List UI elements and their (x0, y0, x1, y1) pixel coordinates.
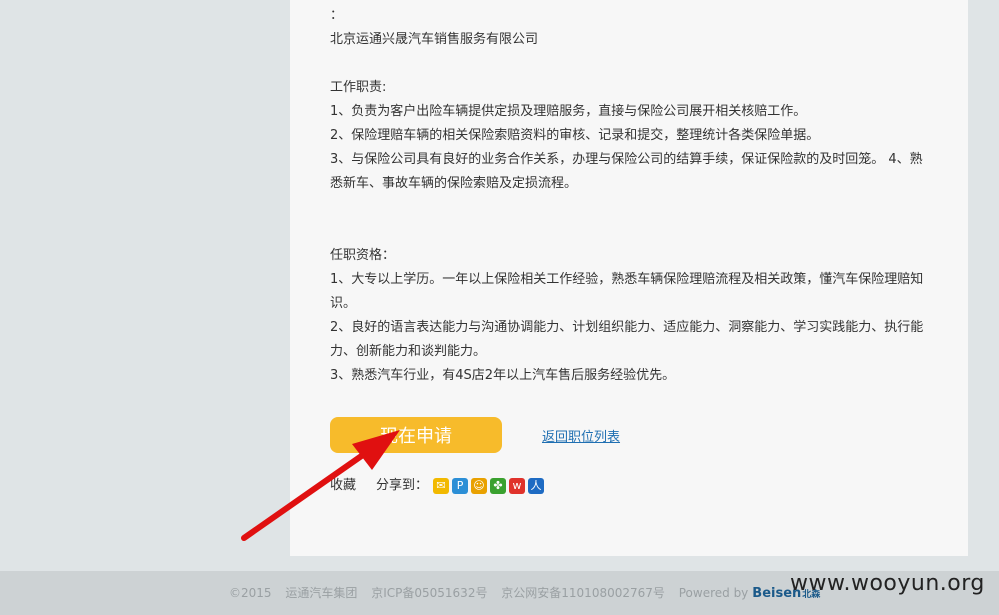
favorite-link[interactable]: 收藏 (330, 476, 356, 496)
duty-item: 2、保险理赔车辆的相关保险索赔资料的审核、记录和提交，整理统计各类保险单据。 (330, 128, 820, 143)
mail-icon[interactable]: ✉ (433, 478, 450, 494)
weibo-icon[interactable]: w (509, 478, 526, 494)
footer: ©2015 运通汽车集团 京ICP备05051632号 京公网安备1101080… (229, 584, 830, 601)
icp-number[interactable]: 京ICP备05051632号 (371, 586, 487, 600)
qualification-item: 3、熟悉汽车行业，有4S店2年以上汽车售后服务经验优先。 (330, 368, 676, 383)
powered-by: Powered by (678, 586, 749, 600)
duties-title: 工作职责: (330, 80, 387, 95)
share-row: 收藏 分享到： ✉ P ☺ ✤ w 人 (330, 476, 545, 496)
qualification-item: 1、大专以上学历。一年以上保险相关工作经验，熟悉车辆保险理赔流程及相关政策，懂汽… (330, 272, 924, 311)
copyright: ©2015 (229, 586, 272, 600)
clover-icon[interactable]: ✤ (490, 478, 507, 494)
public-security-number[interactable]: 京公网安备110108002767号 (501, 586, 665, 600)
duty-item: 3、与保险公司具有良好的业务合作关系，办理与保险公司的结算手续，保证保险款的及时… (330, 152, 923, 191)
share-label: 分享到： (376, 478, 429, 493)
group-name: 运通汽车集团 (285, 586, 358, 600)
renren-icon[interactable]: 人 (528, 478, 545, 494)
apply-now-button[interactable]: 现在申请 (330, 417, 502, 453)
action-row: 现在申请 返回职位列表 (330, 417, 930, 453)
colon-label: ： (330, 8, 344, 23)
qualification-item: 2、良好的语言表达能力与沟通协调能力、计划组织能力、适应能力、洞察能力、学习实践… (330, 320, 924, 359)
qzone-icon[interactable]: P (452, 478, 469, 494)
job-description: ： 北京运通兴晟汽车销售服务有限公司 工作职责: 1、负责为客户出险车辆提供定损… (330, 4, 930, 388)
share-icon-group: ✉ P ☺ ✤ w 人 (430, 478, 545, 494)
qualifications-title: 任职资格： (330, 248, 396, 263)
company-name: 北京运通兴晟汽车销售服务有限公司 (330, 32, 539, 47)
back-to-job-list-link[interactable]: 返回职位列表 (542, 426, 620, 445)
duty-item: 1、负责为客户出险车辆提供定损及理赔服务，直接与保险公司展开相关核赔工作。 (330, 104, 807, 119)
job-detail-card: ： 北京运通兴晟汽车销售服务有限公司 工作职责: 1、负责为客户出险车辆提供定损… (290, 0, 968, 556)
qq-icon[interactable]: ☺ (471, 478, 488, 494)
watermark: www.wooyun.org (790, 571, 985, 596)
